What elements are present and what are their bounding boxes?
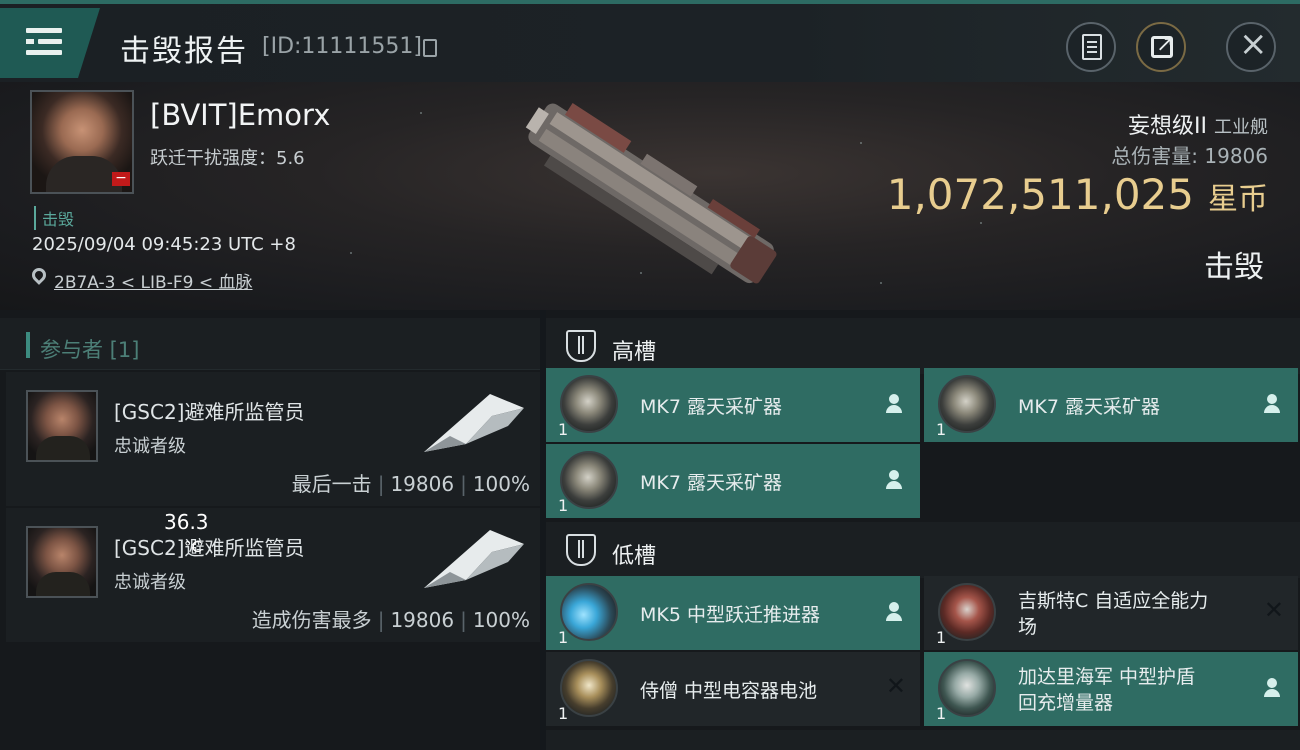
clipboard-icon (1082, 34, 1102, 60)
shield-module-icon (938, 583, 996, 641)
fitting-panel: 高槽 1 MK7 露天采矿器 1 MK7 露天采矿器 1 MK7 露天采矿器 低… (546, 310, 1300, 750)
person-icon (886, 394, 902, 414)
module-item[interactable]: 1 MK7 露天采矿器 (546, 444, 920, 518)
attacker-name: [GSC2]避难所监管员 (114, 400, 305, 424)
kill-result: 击毁 (1204, 250, 1264, 285)
minus-badge-icon: − (112, 171, 130, 186)
strip-miner-icon (560, 451, 618, 509)
total-damage: 总伤害量: 19806 (1111, 144, 1268, 168)
person-icon (1264, 394, 1280, 414)
capacitor-battery-icon (560, 659, 618, 717)
module-item[interactable]: 1 MK7 露天采矿器 (546, 368, 920, 442)
menu-icon (26, 28, 62, 33)
victim-ship-name[interactable]: 妄想级II 工业舰 (1128, 108, 1268, 140)
module-item[interactable]: 1 吉斯特C 自适应全能力 场 ✕ (924, 576, 1298, 650)
destroyed-x-icon: ✕ (1263, 596, 1284, 624)
warp-scramble: 跃迁干扰强度：5.6 (150, 148, 305, 169)
strip-miner-icon (560, 375, 618, 433)
clipboard-button[interactable] (1066, 22, 1116, 72)
close-icon: × (1239, 24, 1268, 64)
temperature-unit: °C (184, 538, 202, 556)
attacker-ship-image (424, 394, 524, 452)
participants-panel: 参与者 [1] [GSC2]避难所监管员 忠诚者级 最后一击 | 19806 | 100… (0, 310, 540, 750)
high-slot-header: 高槽 (546, 318, 1300, 374)
shield-recharger-icon (938, 659, 996, 717)
menu-button[interactable] (0, 8, 100, 78)
kill-datetime: 2025/09/04 09:45:23 UTC +8 (32, 234, 296, 255)
victim-name[interactable]: [BVIT]Emorx (150, 98, 330, 132)
attacker-stats: 造成伤害最多 | 19806 | 100% (251, 608, 530, 632)
location-pin-icon (29, 265, 49, 285)
close-button[interactable]: × (1226, 22, 1276, 72)
isk-value: 1,072,511,025 星币 (886, 170, 1268, 219)
attacker-portrait[interactable] (26, 390, 98, 462)
low-slot-icon (566, 534, 596, 566)
high-slot-icon (566, 330, 596, 362)
next-slot-header (546, 730, 1300, 750)
participants-header[interactable]: 参与者 [1] (0, 318, 540, 370)
attacker-stats: 最后一击 | 19806 | 100% (291, 472, 530, 496)
victim-portrait[interactable]: − (30, 90, 134, 194)
attacker-row[interactable]: [GSC2]避难所监管员 忠诚者级 造成伤害最多 | 19806 | 100% (6, 508, 540, 642)
share-button[interactable]: ↗ (1136, 22, 1186, 72)
strip-miner-icon (938, 375, 996, 433)
copy-icon[interactable] (423, 39, 437, 57)
person-icon (886, 470, 902, 490)
victim-ship-image (525, 103, 777, 284)
attacker-name: [GSC2]避难所监管员 (114, 536, 305, 560)
module-item[interactable]: 1 加达里海军 中型护盾 回充增量器 (924, 652, 1298, 726)
low-slot-header: 低槽 (546, 522, 1300, 578)
page-title: 击毁报告 (120, 34, 248, 69)
victim-banner: − 击毁 [BVIT]Emorx 跃迁干扰强度：5.6 2025/09/04 0… (0, 82, 1300, 310)
victim-status: 击毁 (34, 206, 74, 230)
header-bar: 击毁报告 [ID:11111551] ↗ × (0, 4, 1300, 82)
person-icon (886, 602, 902, 622)
attacker-row[interactable]: [GSC2]避难所监管员 忠诚者级 最后一击 | 19806 | 100% (6, 372, 540, 506)
attacker-ship: 忠诚者级 (114, 572, 186, 593)
attacker-ship: 忠诚者级 (114, 436, 186, 457)
module-item[interactable]: 1 MK7 露天采矿器 (924, 368, 1298, 442)
module-item[interactable]: 1 侍僧 中型电容器电池 ✕ (546, 652, 920, 726)
report-id: [ID:11111551] (262, 34, 422, 59)
destroyed-x-icon: ✕ (885, 672, 906, 700)
module-item[interactable]: 1 MK5 中型跃迁推进器 (546, 576, 920, 650)
person-icon (1264, 678, 1280, 698)
afterburner-icon (560, 583, 618, 641)
temperature-overlay: 36.3 (164, 510, 209, 534)
attacker-portrait[interactable] (26, 526, 98, 598)
kill-location-link[interactable]: 2B7A-3 < LIB-F9 < 血脉 (54, 268, 252, 293)
attacker-ship-image (424, 530, 524, 588)
